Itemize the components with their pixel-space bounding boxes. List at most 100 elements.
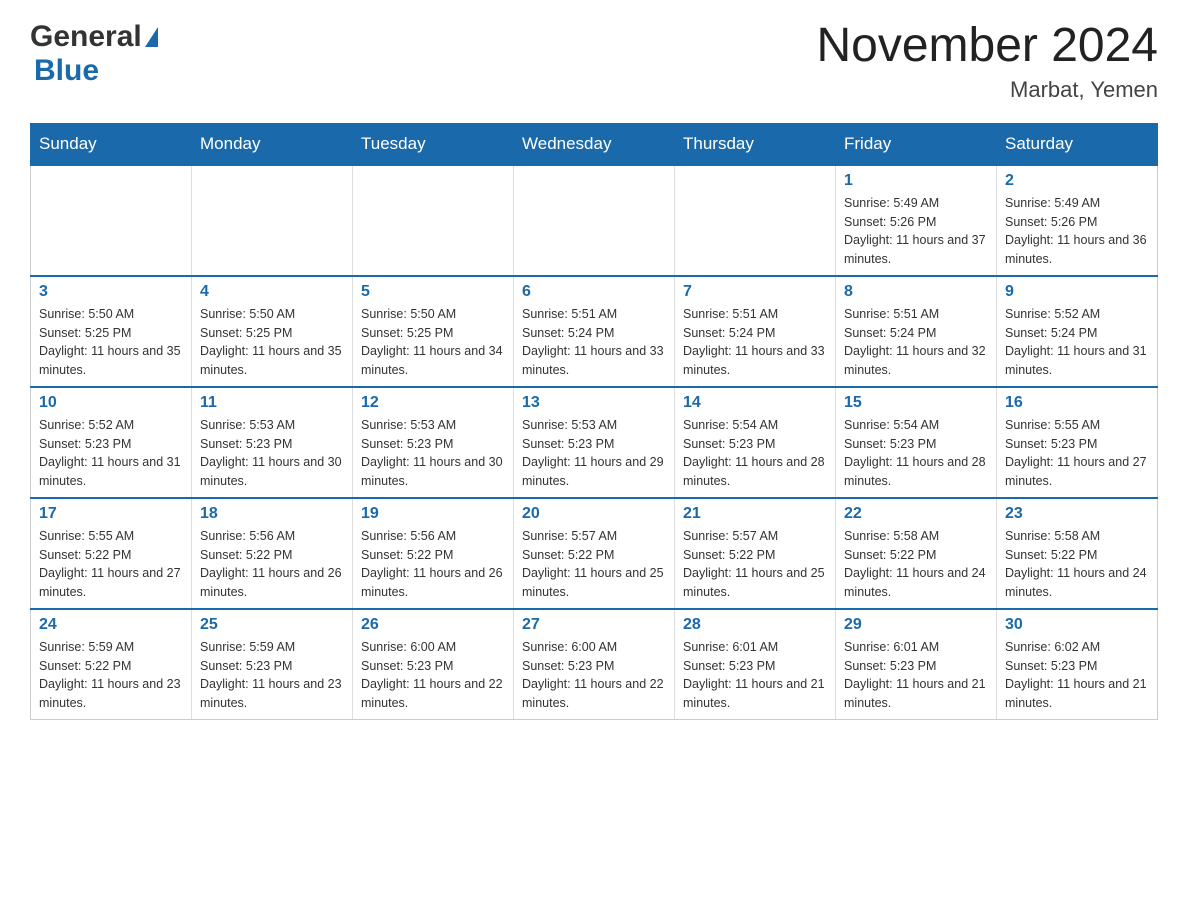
day-number: 5 [361, 283, 505, 301]
day-number: 18 [200, 505, 344, 523]
calendar-cell: 12Sunrise: 5:53 AM Sunset: 5:23 PM Dayli… [353, 387, 514, 498]
calendar-cell: 2 Sunrise: 5:49 AM Sunset: 5:26 PM Daylig… [997, 165, 1158, 276]
day-info: Sunrise: 5:53 AM Sunset: 5:23 PM Dayligh… [361, 416, 505, 491]
logo-line-1: General [30, 20, 158, 54]
logo-blue-text: Blue [34, 54, 99, 88]
calendar-cell: 4 Sunrise: 5:50 AM Sunset: 5:25 PM Daylig… [192, 276, 353, 387]
day-number: 27 [522, 616, 666, 634]
column-header-wednesday: Wednesday [514, 123, 675, 165]
day-info: Sunrise: 5:55 AM Sunset: 5:23 PM Dayligh… [1005, 416, 1149, 491]
day-info: Sunrise: 5:57 AM Sunset: 5:22 PM Dayligh… [683, 527, 827, 602]
day-number: 10 [39, 394, 183, 412]
calendar-cell [514, 165, 675, 276]
day-info: Sunrise: 5:51 AM Sunset: 5:24 PM Dayligh… [522, 305, 666, 380]
day-number: 30 [1005, 616, 1149, 634]
calendar-cell: 18 Sunrise: 5:56 AM Sunset: 5:22 PM Dayli… [192, 498, 353, 609]
day-info: Sunrise: 5:57 AM Sunset: 5:22 PM Dayligh… [522, 527, 666, 602]
calendar-cell: 14Sunrise: 5:54 AM Sunset: 5:23 PM Dayli… [675, 387, 836, 498]
calendar-cell [675, 165, 836, 276]
logo-general-text: General [30, 20, 142, 54]
day-info: Sunrise: 5:56 AM Sunset: 5:22 PM Dayligh… [200, 527, 344, 602]
calendar-cell: 16 Sunrise: 5:55 AM Sunset: 5:23 PM Dayli… [997, 387, 1158, 498]
logo-triangle-icon [145, 27, 158, 47]
day-number: 11 [200, 394, 344, 412]
calendar-cell: 26Sunrise: 6:00 AM Sunset: 5:23 PM Dayli… [353, 609, 514, 720]
calendar-week-2: 3 Sunrise: 5:50 AM Sunset: 5:25 PM Daylig… [31, 276, 1158, 387]
calendar-cell: 27 Sunrise: 6:00 AM Sunset: 5:23 PM Dayli… [514, 609, 675, 720]
day-info: Sunrise: 5:52 AM Sunset: 5:23 PM Dayligh… [39, 416, 183, 491]
calendar-cell: 29Sunrise: 6:01 AM Sunset: 5:23 PM Dayli… [836, 609, 997, 720]
column-header-friday: Friday [836, 123, 997, 165]
calendar-cell: 28 Sunrise: 6:01 AM Sunset: 5:23 PM Dayli… [675, 609, 836, 720]
day-number: 17 [39, 505, 183, 523]
day-info: Sunrise: 5:49 AM Sunset: 5:26 PM Dayligh… [844, 194, 988, 269]
calendar-cell: 11 Sunrise: 5:53 AM Sunset: 5:23 PM Dayli… [192, 387, 353, 498]
day-info: Sunrise: 5:58 AM Sunset: 5:22 PM Dayligh… [844, 527, 988, 602]
calendar-week-1: 1 Sunrise: 5:49 AM Sunset: 5:26 PM Daylig… [31, 165, 1158, 276]
day-info: Sunrise: 5:58 AM Sunset: 5:22 PM Dayligh… [1005, 527, 1149, 602]
day-info: Sunrise: 5:50 AM Sunset: 5:25 PM Dayligh… [200, 305, 344, 380]
calendar-cell: 21Sunrise: 5:57 AM Sunset: 5:22 PM Dayli… [675, 498, 836, 609]
calendar-cell: 20 Sunrise: 5:57 AM Sunset: 5:22 PM Dayli… [514, 498, 675, 609]
calendar-cell: 13 Sunrise: 5:53 AM Sunset: 5:23 PM Dayli… [514, 387, 675, 498]
day-info: Sunrise: 5:59 AM Sunset: 5:22 PM Dayligh… [39, 638, 183, 713]
day-info: Sunrise: 5:54 AM Sunset: 5:23 PM Dayligh… [683, 416, 827, 491]
day-info: Sunrise: 5:55 AM Sunset: 5:22 PM Dayligh… [39, 527, 183, 602]
calendar-cell: 22 Sunrise: 5:58 AM Sunset: 5:22 PM Dayli… [836, 498, 997, 609]
day-number: 25 [200, 616, 344, 634]
calendar-week-4: 17 Sunrise: 5:55 AM Sunset: 5:22 PM Dayli… [31, 498, 1158, 609]
day-number: 8 [844, 283, 988, 301]
day-info: Sunrise: 5:50 AM Sunset: 5:25 PM Dayligh… [39, 305, 183, 380]
calendar-week-5: 24 Sunrise: 5:59 AM Sunset: 5:22 PM Dayli… [31, 609, 1158, 720]
day-number: 16 [1005, 394, 1149, 412]
day-number: 19 [361, 505, 505, 523]
day-number: 4 [200, 283, 344, 301]
calendar-cell: 10 Sunrise: 5:52 AM Sunset: 5:23 PM Dayli… [31, 387, 192, 498]
calendar-week-3: 10 Sunrise: 5:52 AM Sunset: 5:23 PM Dayli… [31, 387, 1158, 498]
column-header-monday: Monday [192, 123, 353, 165]
day-number: 6 [522, 283, 666, 301]
calendar-cell: 17 Sunrise: 5:55 AM Sunset: 5:22 PM Dayli… [31, 498, 192, 609]
calendar-cell: 5Sunrise: 5:50 AM Sunset: 5:25 PM Daylig… [353, 276, 514, 387]
column-header-saturday: Saturday [997, 123, 1158, 165]
day-info: Sunrise: 5:54 AM Sunset: 5:23 PM Dayligh… [844, 416, 988, 491]
day-number: 1 [844, 172, 988, 190]
day-info: Sunrise: 5:52 AM Sunset: 5:24 PM Dayligh… [1005, 305, 1149, 380]
main-title: November 2024 [816, 20, 1158, 73]
subtitle: Marbat, Yemen [816, 77, 1158, 103]
day-info: Sunrise: 5:59 AM Sunset: 5:23 PM Dayligh… [200, 638, 344, 713]
day-number: 20 [522, 505, 666, 523]
day-info: Sunrise: 5:49 AM Sunset: 5:26 PM Dayligh… [1005, 194, 1149, 269]
column-header-thursday: Thursday [675, 123, 836, 165]
day-number: 28 [683, 616, 827, 634]
day-number: 15 [844, 394, 988, 412]
calendar-cell: 7 Sunrise: 5:51 AM Sunset: 5:24 PM Daylig… [675, 276, 836, 387]
day-number: 22 [844, 505, 988, 523]
calendar-cell: 15 Sunrise: 5:54 AM Sunset: 5:23 PM Dayli… [836, 387, 997, 498]
logo-line-2: Blue [30, 54, 99, 88]
day-info: Sunrise: 6:01 AM Sunset: 5:23 PM Dayligh… [844, 638, 988, 713]
day-number: 2 [1005, 172, 1149, 190]
day-info: Sunrise: 6:00 AM Sunset: 5:23 PM Dayligh… [522, 638, 666, 713]
calendar-cell [353, 165, 514, 276]
day-info: Sunrise: 5:56 AM Sunset: 5:22 PM Dayligh… [361, 527, 505, 602]
calendar-cell: 8 Sunrise: 5:51 AM Sunset: 5:24 PM Daylig… [836, 276, 997, 387]
calendar-cell: 30Sunrise: 6:02 AM Sunset: 5:23 PM Dayli… [997, 609, 1158, 720]
day-info: Sunrise: 6:01 AM Sunset: 5:23 PM Dayligh… [683, 638, 827, 713]
day-info: Sunrise: 5:51 AM Sunset: 5:24 PM Dayligh… [844, 305, 988, 380]
day-number: 24 [39, 616, 183, 634]
calendar-cell [31, 165, 192, 276]
day-number: 3 [39, 283, 183, 301]
day-info: Sunrise: 5:53 AM Sunset: 5:23 PM Dayligh… [522, 416, 666, 491]
column-header-sunday: Sunday [31, 123, 192, 165]
title-block: November 2024 Marbat, Yemen [816, 20, 1158, 103]
day-number: 13 [522, 394, 666, 412]
calendar-cell [192, 165, 353, 276]
logo: General Blue [30, 20, 158, 88]
calendar-cell: 6 Sunrise: 5:51 AM Sunset: 5:24 PM Daylig… [514, 276, 675, 387]
day-number: 26 [361, 616, 505, 634]
calendar-cell: 19 Sunrise: 5:56 AM Sunset: 5:22 PM Dayli… [353, 498, 514, 609]
day-info: Sunrise: 5:51 AM Sunset: 5:24 PM Dayligh… [683, 305, 827, 380]
day-number: 7 [683, 283, 827, 301]
day-info: Sunrise: 5:53 AM Sunset: 5:23 PM Dayligh… [200, 416, 344, 491]
